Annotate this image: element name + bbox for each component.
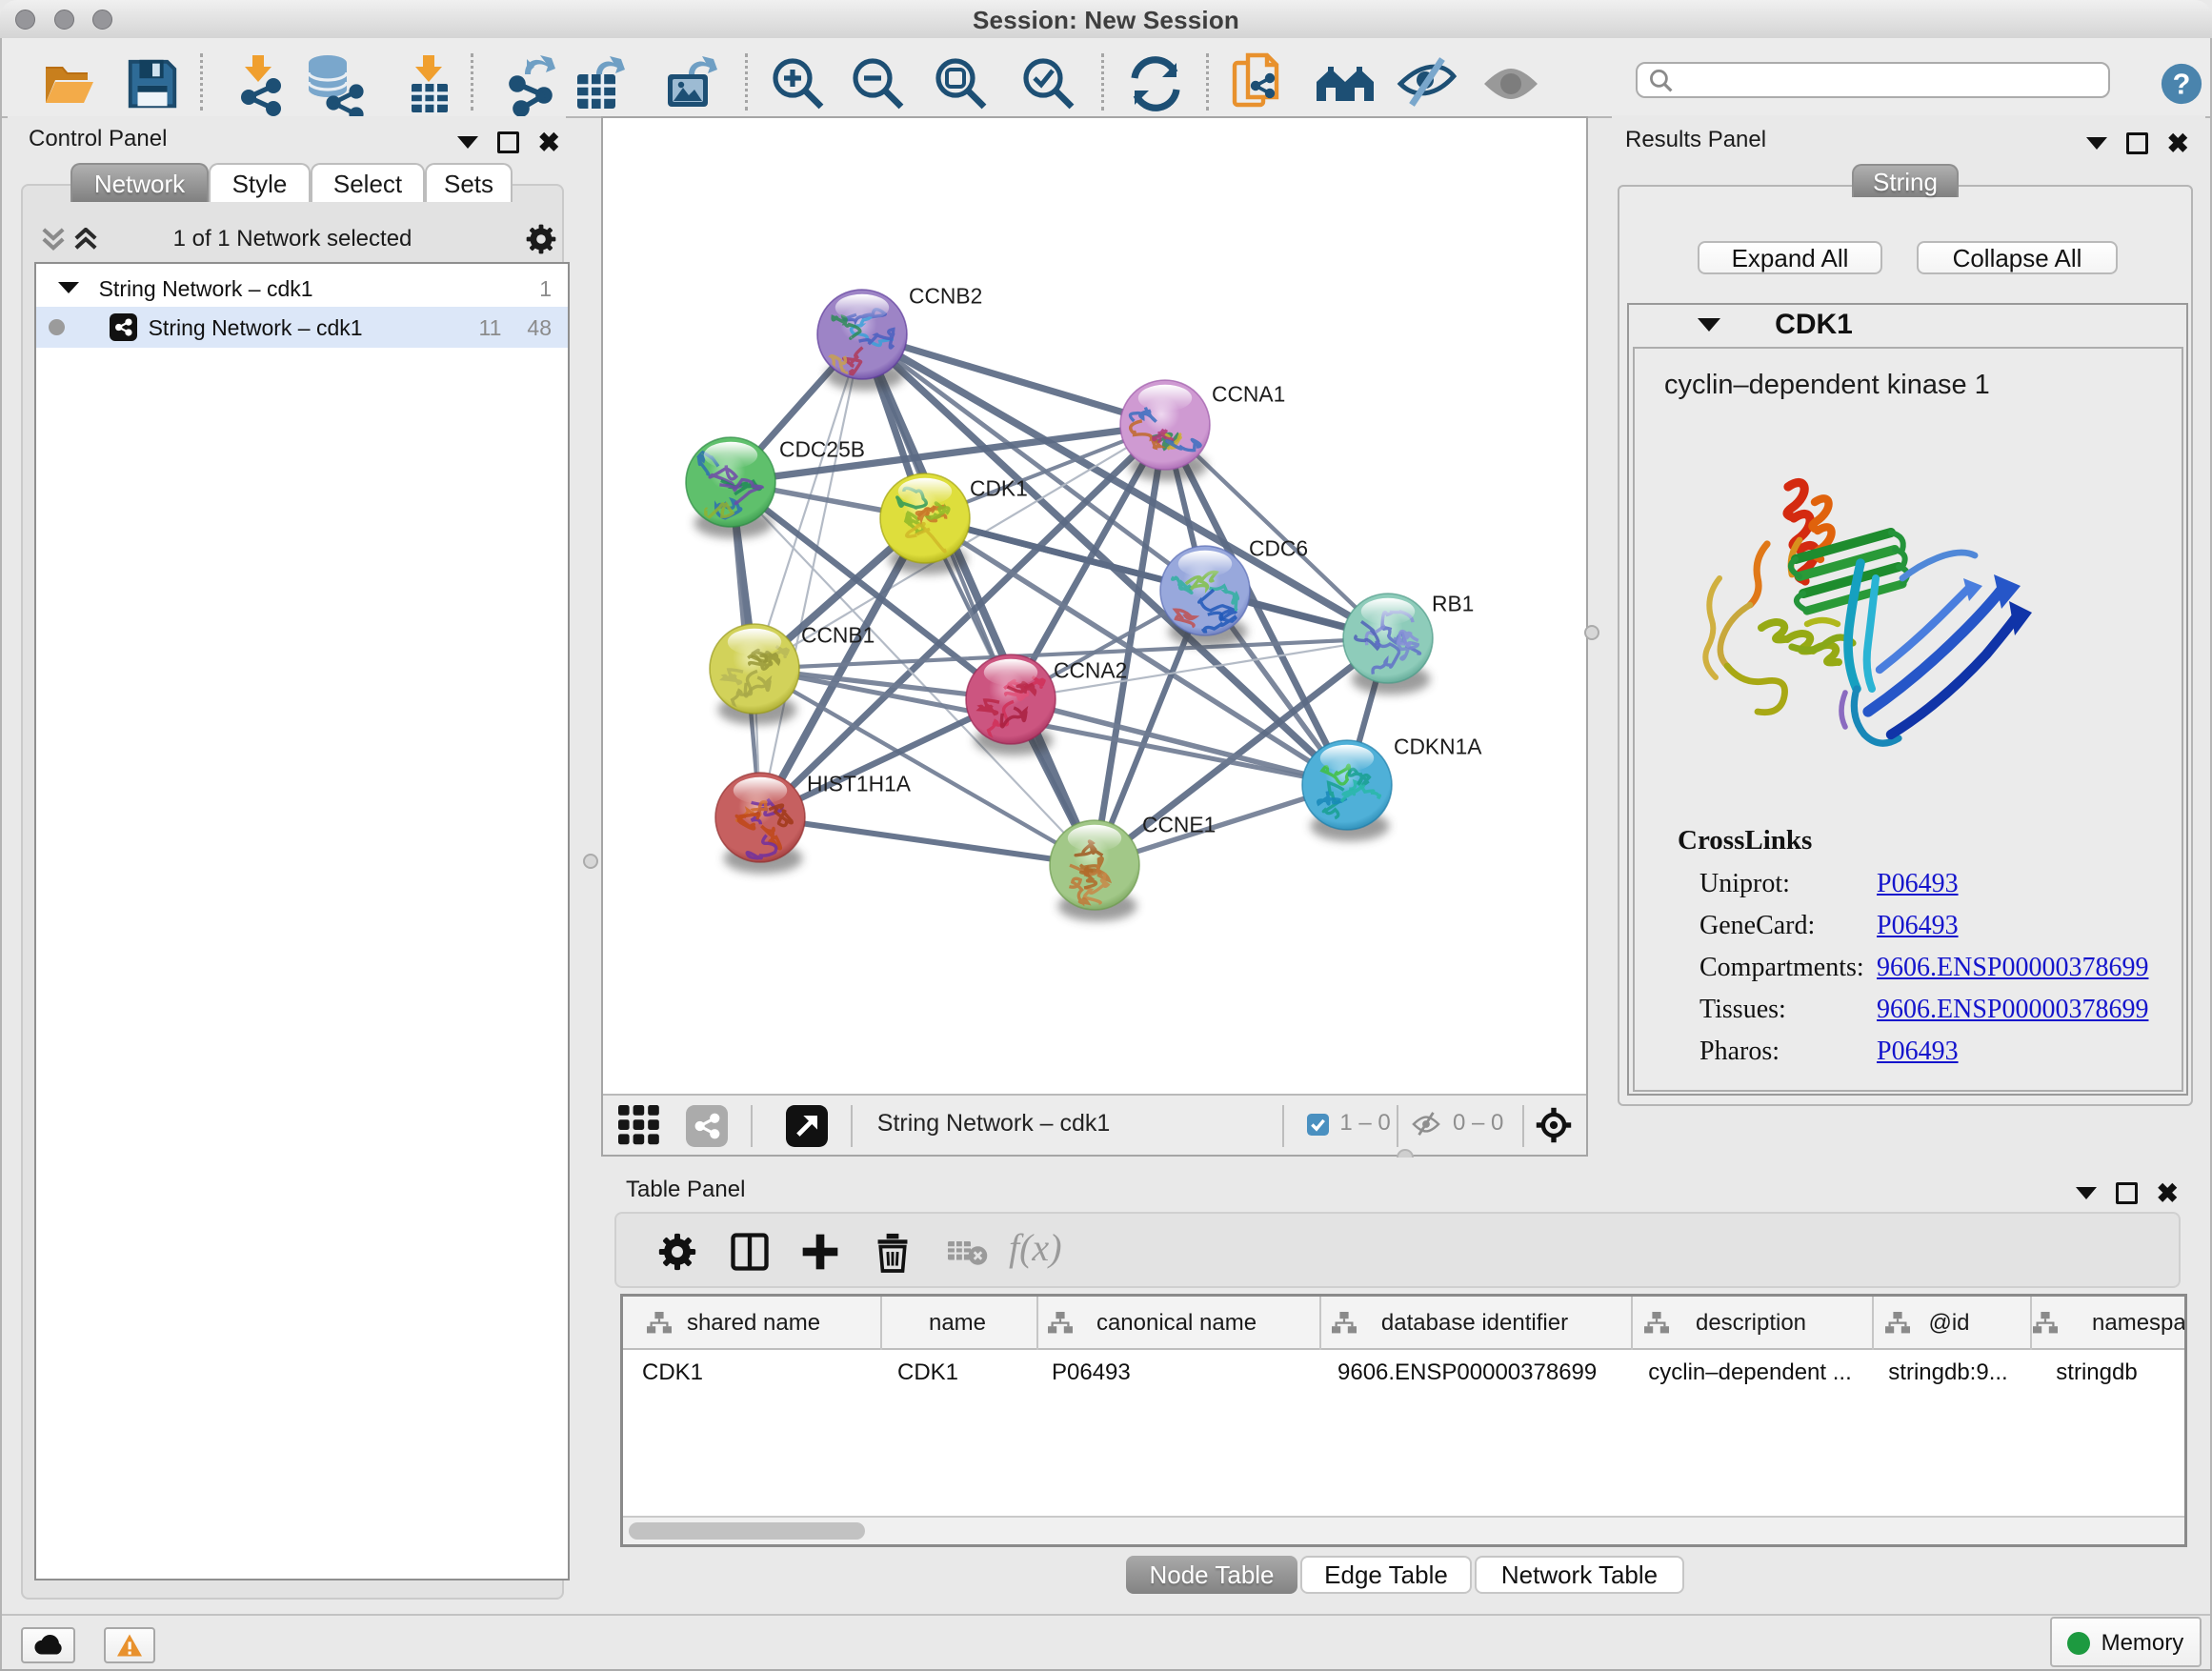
svg-text:CCNE1: CCNE1 (1142, 812, 1216, 836)
svg-text:HIST1H1A: HIST1H1A (807, 771, 912, 795)
svg-text:CCNA2: CCNA2 (1054, 657, 1127, 682)
svg-text:?: ? (2173, 69, 2191, 101)
svg-text:CCNB1: CCNB1 (801, 622, 875, 647)
svg-text:CDKN1A: CDKN1A (1394, 734, 1482, 758)
svg-text:CCNB2: CCNB2 (909, 283, 982, 308)
svg-text:CDK1: CDK1 (970, 475, 1028, 500)
svg-text:CCNA1: CCNA1 (1212, 381, 1285, 406)
svg-text:CDC25B: CDC25B (779, 436, 865, 461)
svg-text:CDC6: CDC6 (1249, 535, 1308, 560)
svg-text:RB1: RB1 (1432, 591, 1474, 615)
